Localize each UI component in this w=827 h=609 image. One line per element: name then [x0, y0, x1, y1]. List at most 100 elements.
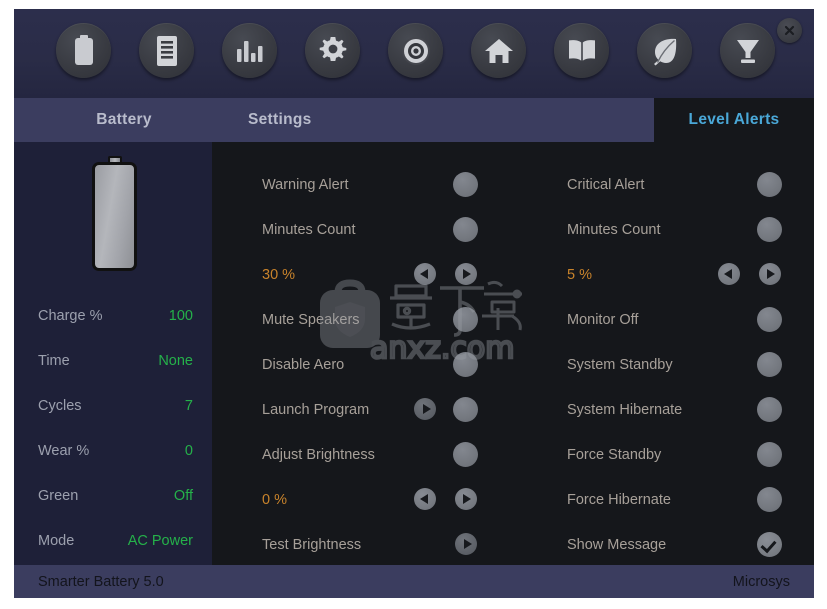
- alert-row-show-message: Show Message: [567, 530, 666, 560]
- chevron-left-icon: [420, 269, 428, 279]
- stat-row-wear: Wear % 0: [38, 440, 193, 462]
- critical-percent-increase-button[interactable]: [759, 263, 781, 285]
- stat-label: Mode: [38, 533, 75, 549]
- close-icon: [784, 25, 795, 36]
- toolbar-discharge-button[interactable]: [720, 23, 775, 78]
- funnel-icon: [733, 36, 763, 66]
- tab-settings[interactable]: Settings: [234, 98, 448, 142]
- battery-full-icon: [92, 156, 137, 271]
- battery-sidebar: Charge % 100 Time None Cycles 7 Wear % 0…: [14, 142, 212, 565]
- toolbar-icon-group: [56, 23, 775, 78]
- warning-percent-decrease-button[interactable]: [414, 263, 436, 285]
- toggle-mute-speakers[interactable]: [453, 307, 478, 332]
- chevron-right-icon: [463, 494, 471, 504]
- toggle-critical-minutes-count[interactable]: [757, 217, 782, 242]
- toggle-monitor-off[interactable]: [757, 307, 782, 332]
- chevron-left-icon: [724, 269, 732, 279]
- alert-label: Critical Alert: [567, 177, 645, 193]
- alert-row-critical-alert: Critical Alert: [567, 170, 644, 200]
- tab-level-alerts[interactable]: Level Alerts: [654, 98, 814, 142]
- toggle-system-hibernate[interactable]: [757, 397, 782, 422]
- stat-label: Time: [38, 353, 70, 369]
- alert-percent-value: 5 %: [567, 267, 592, 283]
- leaf-icon: [650, 36, 680, 66]
- toggle-system-standby[interactable]: [757, 352, 782, 377]
- toggle-force-standby[interactable]: [757, 442, 782, 467]
- alert-label: Minutes Count: [262, 222, 356, 238]
- toggle-adjust-brightness[interactable]: [453, 442, 478, 467]
- toggle-warning-minutes-count[interactable]: [453, 217, 478, 242]
- alert-label: Force Standby: [567, 447, 662, 463]
- stat-label: Charge %: [38, 308, 103, 324]
- play-icon: [463, 539, 472, 549]
- alert-label: Launch Program: [262, 402, 370, 418]
- test-brightness-run-button[interactable]: [455, 533, 477, 555]
- toggle-warning-alert[interactable]: [453, 172, 478, 197]
- stat-row-green: Green Off: [38, 485, 193, 507]
- svg-text:anxz.com: anxz.com: [370, 331, 515, 366]
- toolbar-green-mode-button[interactable]: [637, 23, 692, 78]
- status-product-name: Smarter Battery 5.0: [38, 573, 164, 590]
- stat-value: AC Power: [127, 533, 193, 549]
- toolbar: [14, 9, 814, 98]
- battery-icon: [70, 34, 98, 68]
- alert-row-force-standby: Force Standby: [567, 440, 661, 470]
- toolbar-home-button[interactable]: [471, 23, 526, 78]
- alert-row-warning-minutes-count: Minutes Count: [262, 215, 356, 245]
- alert-label: Mute Speakers: [262, 312, 360, 328]
- stat-label: Cycles: [38, 398, 82, 414]
- alert-row-warning-alert: Warning Alert: [262, 170, 349, 200]
- alert-row-system-standby: System Standby: [567, 350, 673, 380]
- tab-battery[interactable]: Battery: [14, 98, 234, 142]
- alert-label: System Hibernate: [567, 402, 683, 418]
- stat-row-charge: Charge % 100: [38, 305, 193, 327]
- alert-row-adjust-brightness: Adjust Brightness: [262, 440, 375, 470]
- alert-percent-value: 0 %: [262, 492, 287, 508]
- toggle-launch-program[interactable]: [453, 397, 478, 422]
- toggle-show-message[interactable]: [757, 532, 782, 557]
- brightness-percent-decrease-button[interactable]: [414, 488, 436, 510]
- alert-row-warning-percent: 30 %: [262, 260, 295, 290]
- play-icon: [422, 404, 431, 414]
- status-bar: Smarter Battery 5.0 Microsys: [14, 565, 814, 598]
- toggle-disable-aero[interactable]: [453, 352, 478, 377]
- alert-label: Monitor Off: [567, 312, 639, 328]
- alert-label: Force Hibernate: [567, 492, 671, 508]
- warning-percent-increase-button[interactable]: [455, 263, 477, 285]
- stat-value: 100: [168, 308, 193, 324]
- alert-percent-value: 30 %: [262, 267, 296, 283]
- launch-program-run-button[interactable]: [414, 398, 436, 420]
- gear-icon: [317, 35, 349, 67]
- toolbar-settings-button[interactable]: [305, 23, 360, 78]
- application-window: Battery Settings Level Alerts Charge % 1…: [14, 9, 814, 598]
- alert-label: System Standby: [567, 357, 673, 373]
- toolbar-target-button[interactable]: [388, 23, 443, 78]
- home-icon: [484, 37, 514, 65]
- alert-label: Test Brightness: [262, 537, 362, 553]
- toolbar-chart-button[interactable]: [222, 23, 277, 78]
- alert-row-mute-speakers: Mute Speakers: [262, 305, 360, 335]
- alert-row-system-hibernate: System Hibernate: [567, 395, 682, 425]
- level-alerts-panel: Warning Alert Minutes Count 30 % Mute Sp…: [212, 142, 814, 565]
- alert-label: Disable Aero: [262, 357, 345, 373]
- critical-percent-decrease-button[interactable]: [718, 263, 740, 285]
- alert-label: Minutes Count: [567, 222, 661, 238]
- stat-value: Off: [173, 488, 193, 504]
- close-button[interactable]: [777, 18, 802, 43]
- toolbar-help-button[interactable]: [554, 23, 609, 78]
- toolbar-battery-button[interactable]: [56, 23, 111, 78]
- chevron-right-icon: [463, 269, 471, 279]
- alert-label: Show Message: [567, 537, 667, 553]
- stat-value: None: [158, 353, 193, 369]
- toolbar-report-button[interactable]: [139, 23, 194, 78]
- alert-row-disable-aero: Disable Aero: [262, 350, 344, 380]
- report-icon: [154, 35, 180, 67]
- target-icon: [400, 35, 432, 67]
- tab-bar: Battery Settings Level Alerts: [14, 98, 814, 142]
- status-vendor-name: Microsys: [732, 573, 790, 590]
- stat-value: 0: [184, 443, 193, 459]
- brightness-percent-increase-button[interactable]: [455, 488, 477, 510]
- toggle-force-hibernate[interactable]: [757, 487, 782, 512]
- toggle-critical-alert[interactable]: [757, 172, 782, 197]
- alert-row-force-hibernate: Force Hibernate: [567, 485, 671, 515]
